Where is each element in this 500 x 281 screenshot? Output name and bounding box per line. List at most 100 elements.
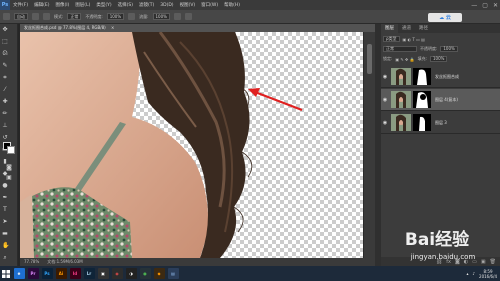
path-select-tool-icon[interactable]: ➤ — [2, 219, 8, 225]
brush-settings-icon[interactable] — [32, 13, 39, 20]
system-tray: ▴ ♪ 8:59 2016/6/4 — [466, 266, 497, 281]
taskbar-app-icon[interactable]: ◆ — [153, 268, 165, 279]
flow-label: 流量: — [139, 13, 149, 19]
menu-image[interactable]: 图像(I) — [52, 2, 72, 8]
quick-select-tool-icon[interactable]: ✎ — [2, 63, 8, 69]
zoom-level[interactable]: 77.78% — [24, 258, 39, 266]
layer-kind-filter[interactable]: ρ类型 — [383, 36, 400, 42]
clock[interactable]: 8:59 2016/6/4 — [479, 269, 497, 279]
stamp-tool-icon[interactable]: ⊥ — [2, 123, 8, 129]
layer-mask-thumbnail[interactable] — [413, 91, 431, 108]
document-size: 文档:1.59M/6.03M — [47, 259, 83, 264]
pressure-opacity-icon[interactable] — [128, 13, 136, 20]
taskbar-app-icon[interactable]: ▤ — [167, 268, 179, 279]
canvas-image — [20, 32, 303, 258]
healing-tool-icon[interactable]: ✚ — [2, 99, 8, 105]
history-brush-tool-icon[interactable]: ↺ — [2, 135, 8, 141]
brush-tool-icon[interactable]: ✏ — [2, 111, 8, 117]
flow-field[interactable]: 100% — [152, 13, 170, 20]
document-tab[interactable]: 发丝抠图合成.psd @ 77.8%(图层 4, RGB/8) × — [20, 24, 375, 32]
blend-mode-select[interactable]: 正常 — [383, 46, 417, 52]
visibility-eye-icon[interactable]: ◉ — [381, 97, 389, 103]
menu-type[interactable]: 类型(Y) — [93, 2, 114, 8]
volume-icon[interactable]: ♪ — [472, 271, 475, 276]
close-tab-icon[interactable]: × — [111, 25, 114, 30]
layer-thumbnail — [391, 91, 411, 108]
lock-row: 锁定: ▣ ✎ ✥ 🔒 填充: 100% — [383, 55, 448, 63]
windows-taskbar: e Pr Ps Ai Id Lr ▣ ◉ ◑ ● ◆ ▤ — [0, 266, 500, 281]
screen-mode-icon[interactable]: ▣ — [6, 175, 12, 181]
taskbar-app-icon[interactable]: ● — [139, 268, 151, 279]
scrollbar-thumb[interactable] — [367, 44, 372, 74]
eyedropper-tool-icon[interactable]: ⁄ — [2, 87, 8, 93]
visibility-eye-icon[interactable]: ◉ — [381, 120, 389, 126]
taskbar-app-icon[interactable]: ▣ — [97, 268, 109, 279]
windows-logo-icon — [2, 269, 10, 278]
baidu-cloud-button[interactable]: ☁ 云 — [428, 13, 462, 22]
mode-select[interactable]: 正常 — [67, 13, 82, 20]
visibility-eye-icon[interactable]: ◉ — [381, 74, 389, 80]
dodge-tool-icon[interactable]: ● — [2, 183, 8, 189]
menu-filter[interactable]: 滤镜(T) — [136, 2, 157, 8]
watermark-logo-text: Bai经验 — [405, 229, 470, 250]
tab-layers[interactable]: 图层 — [381, 24, 398, 33]
taskbar-app-icon[interactable]: e — [13, 268, 25, 279]
pressure-size-icon[interactable] — [184, 13, 192, 20]
pen-tool-icon[interactable]: ✒ — [2, 195, 8, 201]
brush-panel-icon[interactable] — [43, 13, 50, 20]
color-swatches[interactable] — [3, 142, 16, 155]
airbrush-icon[interactable] — [173, 13, 181, 20]
taskbar-app-icon[interactable]: Lr — [83, 268, 95, 279]
opacity-label: 不透明度: — [85, 13, 103, 19]
close-button[interactable]: ✕ — [493, 2, 498, 9]
crop-tool-icon[interactable]: ⌗ — [2, 75, 8, 81]
menu-edit[interactable]: 编辑(E) — [31, 2, 52, 8]
lasso-tool-icon[interactable]: ᘏ — [2, 51, 8, 57]
type-tool-icon[interactable]: T — [2, 207, 8, 213]
opacity-field[interactable]: 100% — [106, 13, 125, 20]
lock-icons[interactable]: ▣ ✎ ✥ 🔒 — [395, 57, 414, 62]
taskbar-app-icon[interactable]: ◉ — [111, 268, 123, 279]
move-tool-icon[interactable]: ✥ — [2, 27, 8, 33]
canvas[interactable] — [20, 32, 363, 258]
blend-row: 正常 不透明度: 100% — [383, 45, 458, 53]
taskbar-app-icon[interactable]: Pr — [27, 268, 39, 279]
window-controls: — ▢ ✕ — [471, 0, 498, 10]
layer-row[interactable]: ◉ 发丝抠图合成 — [381, 66, 500, 88]
layer-mask-thumbnail[interactable] — [413, 114, 431, 131]
mode-label: 模式: — [54, 13, 64, 19]
minimize-button[interactable]: — — [471, 2, 477, 9]
background-color-swatch[interactable] — [7, 146, 15, 154]
tab-paths[interactable]: 路径 — [415, 24, 432, 33]
marquee-tool-icon[interactable]: ⬚ — [2, 39, 8, 45]
status-bar: 77.78% 文档:1.59M/6.03M — [20, 258, 375, 266]
canvas-scrollbar[interactable] — [363, 32, 375, 258]
menu-select[interactable]: 选择(S) — [115, 2, 136, 8]
preset-select[interactable]: 自动 — [14, 13, 28, 20]
layer-row-selected[interactable]: ◉ 图层 4(复本) — [381, 89, 500, 111]
fill-field[interactable]: 100% — [430, 56, 448, 62]
layer-mask-thumbnail[interactable] — [413, 68, 431, 85]
shape-tool-icon[interactable]: ▬ — [2, 231, 8, 237]
menu-window[interactable]: 窗口(W) — [198, 2, 221, 8]
taskbar-app-icon[interactable]: Ps — [41, 268, 53, 279]
taskbar-app-icon[interactable]: ◑ — [125, 268, 137, 279]
taskbar-app-icon[interactable]: Id — [69, 268, 81, 279]
taskbar-app-icon[interactable]: Ai — [55, 268, 67, 279]
quick-mask-icon[interactable]: ◙ — [6, 165, 12, 171]
hand-tool-icon[interactable]: ✋ — [2, 243, 9, 249]
menu-layer[interactable]: 图层(L) — [72, 2, 93, 8]
tab-channels[interactable]: 通道 — [398, 24, 415, 33]
zoom-tool-icon[interactable]: ⌕ — [2, 255, 8, 261]
network-icon[interactable]: ▴ — [466, 271, 468, 276]
menu-file[interactable]: 文件(F) — [10, 2, 31, 8]
menu-3d[interactable]: 3D(D) — [157, 3, 176, 8]
layer-row[interactable]: ◉ 图层 3 — [381, 112, 500, 134]
filter-icons[interactable]: ▣ ◐ T ▭ ▤ — [403, 37, 425, 42]
tool-preset-icon[interactable] — [3, 13, 10, 20]
maximize-button[interactable]: ▢ — [482, 2, 488, 9]
start-button[interactable] — [0, 266, 12, 281]
menu-view[interactable]: 视图(V) — [177, 2, 199, 8]
layer-opacity-field[interactable]: 100% — [440, 46, 458, 52]
menu-help[interactable]: 帮助(H) — [221, 2, 243, 8]
